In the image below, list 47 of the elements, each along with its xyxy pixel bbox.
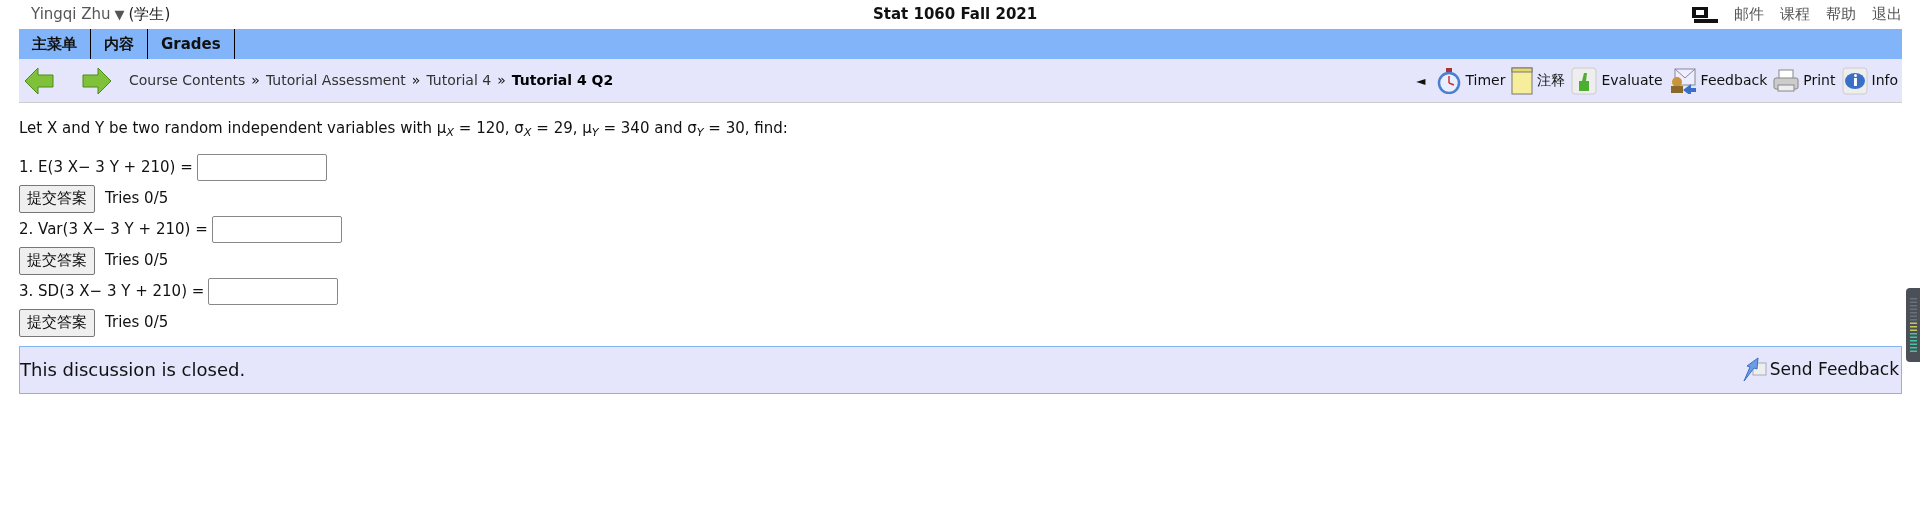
question-prompt: 1. E(3 X− 3 Y + 210) =: [19, 157, 193, 179]
breadcrumb-link[interactable]: Course Contents: [129, 70, 246, 91]
user-menu-caret[interactable]: ▼: [114, 4, 125, 25]
forward-arrow-icon[interactable]: [81, 66, 113, 95]
top-nav-link[interactable]: 邮件: [1734, 3, 1764, 26]
question-prompt: 3. SD(3 X− 3 Y + 210) =: [19, 281, 205, 303]
submit-answer-button[interactable]: 提交答案: [19, 246, 95, 275]
breadcrumb-separator: »: [497, 71, 506, 90]
tries-count: Tries 0/5: [105, 312, 169, 334]
problem-text: Let X and Y be two random independent variables with μ$_{X}$ = 120, σ$_{X}$ = 29, μ$_{Y}$ = 340 and σ$_{Y}$ = 30, find:: [19, 118, 789, 140]
info-icon: [1841, 66, 1868, 95]
question-prompt: 2. Var(3 X− 3 Y + 210) =: [19, 219, 208, 241]
answer-field[interactable]: [208, 278, 339, 305]
note-icon: [1511, 66, 1534, 95]
send-arrow-icon: [1741, 356, 1768, 383]
tool-button[interactable]: 注释: [1511, 66, 1566, 95]
envelope-people-icon: [1668, 67, 1697, 94]
submit-answer-button[interactable]: 提交答案: [19, 184, 95, 213]
discussion-closed-message: This discussion is closed.: [20, 358, 246, 382]
thumbs-up-icon: [1571, 66, 1598, 95]
breadcrumb-link[interactable]: Tutorial Assessment: [265, 70, 406, 91]
submit-answer-button[interactable]: 提交答案: [19, 308, 95, 337]
top-nav-link[interactable]: 帮助: [1826, 3, 1856, 26]
stopwatch-icon: [1437, 67, 1462, 94]
tool-button[interactable]: Print: [1773, 68, 1836, 93]
user-role: (学生): [128, 4, 171, 26]
computer-icon[interactable]: [1692, 6, 1718, 23]
tool-button[interactable]: Evaluate: [1571, 66, 1663, 95]
tries-count: Tries 0/5: [105, 250, 169, 272]
breadcrumb-separator: »: [251, 71, 260, 90]
tries-count: Tries 0/5: [105, 188, 169, 210]
tool-button[interactable]: Timer: [1437, 67, 1506, 94]
tool-button[interactable]: Info: [1841, 66, 1898, 95]
answer-field[interactable]: [196, 154, 327, 181]
user-name-link[interactable]: Yingqi Zhu: [31, 3, 111, 26]
course-title: Stat 1060 Fall 2021: [873, 4, 1038, 26]
top-nav-link[interactable]: 课程: [1780, 3, 1810, 26]
back-arrow-icon[interactable]: [23, 66, 55, 95]
printer-icon: [1773, 68, 1800, 93]
answer-field[interactable]: [211, 216, 342, 243]
collapse-arrow[interactable]: ◄: [1416, 71, 1426, 90]
breadcrumb-separator: »: [411, 71, 421, 90]
top-nav-link[interactable]: 退出: [1872, 3, 1902, 26]
level-meter-icon: [1906, 288, 1920, 362]
tool-button[interactable]: Feedback: [1668, 67, 1768, 94]
breadcrumb-link[interactable]: Tutorial 4: [426, 70, 492, 91]
send-feedback-button[interactable]: Send Feedback: [1741, 356, 1899, 383]
